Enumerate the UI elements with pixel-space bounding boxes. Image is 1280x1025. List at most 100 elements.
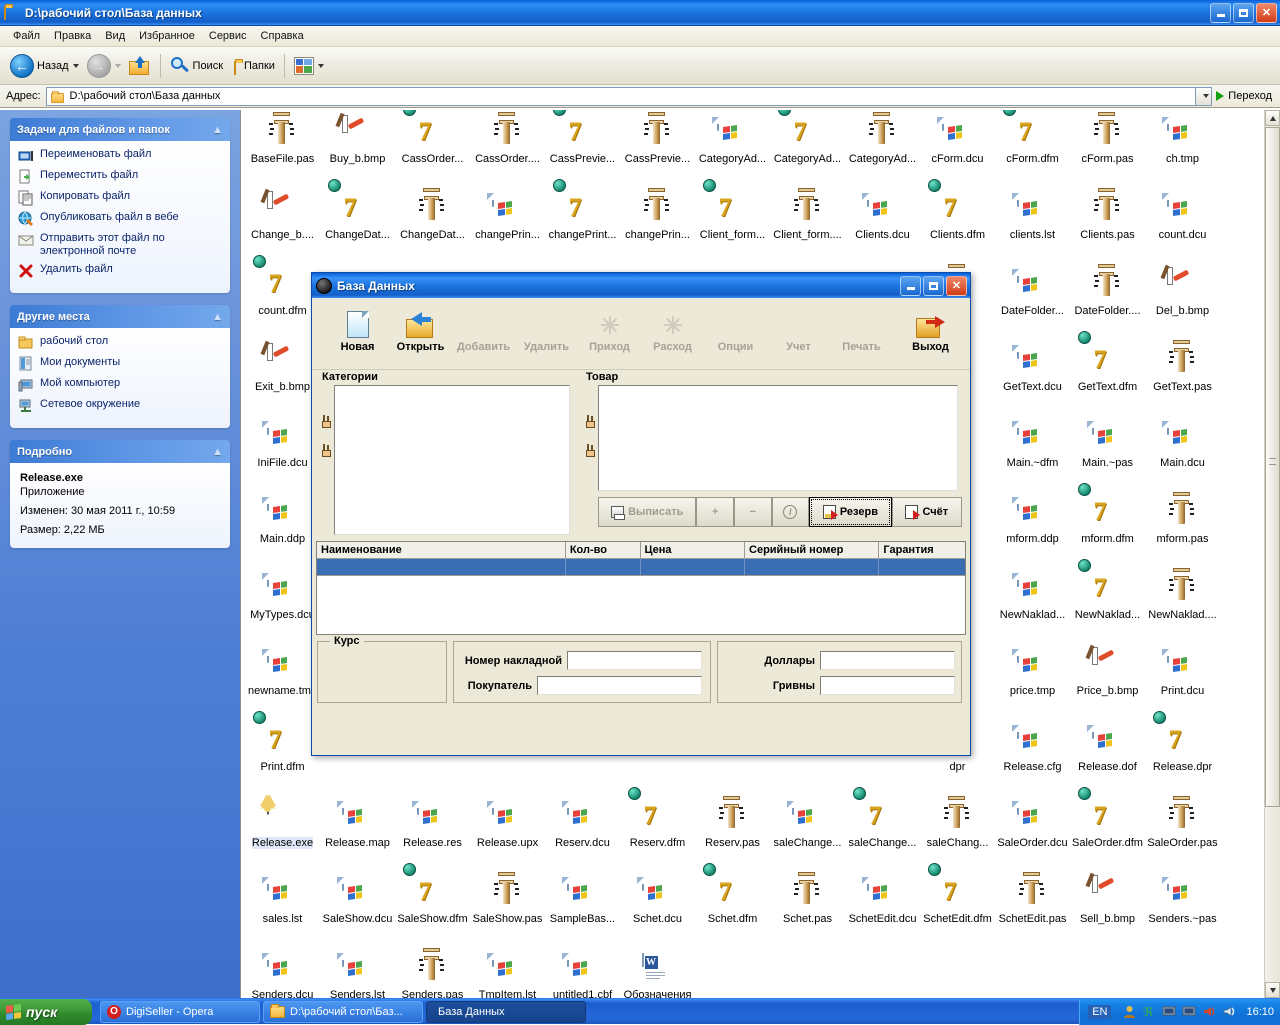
button-schet[interactable]: Счёт bbox=[892, 497, 962, 527]
baza-minimize-button[interactable] bbox=[900, 276, 921, 296]
folders-button[interactable]: Папки bbox=[227, 50, 279, 82]
buyer-input[interactable] bbox=[537, 676, 702, 695]
scroll-down-button[interactable] bbox=[1265, 982, 1280, 998]
other-places-header[interactable]: Другие места ▲ bbox=[10, 305, 230, 328]
invoice-number-input[interactable] bbox=[567, 651, 702, 670]
address-dropdown-button[interactable] bbox=[1196, 87, 1212, 106]
baza-button-new[interactable]: Новая bbox=[326, 304, 389, 353]
goods-listbox[interactable] bbox=[598, 385, 958, 491]
baza-maximize-button[interactable] bbox=[923, 276, 944, 296]
chevron-down-icon[interactable] bbox=[115, 64, 121, 68]
file-item[interactable]: SaleOrder.dcu bbox=[995, 798, 1070, 870]
file-item[interactable]: 7CassOrder... bbox=[395, 114, 470, 186]
file-item[interactable]: clients.lst bbox=[995, 190, 1070, 262]
file-item[interactable]: SaleShow.pas bbox=[470, 874, 545, 946]
file-item[interactable]: 7SaleShow.dfm bbox=[395, 874, 470, 946]
file-item[interactable]: Main.~dfm bbox=[995, 418, 1070, 490]
sidebar-task-publish-web[interactable]: Опубликовать файл в вебе bbox=[18, 211, 222, 227]
file-item[interactable]: Main.ddp bbox=[245, 494, 320, 566]
scroll-up-button[interactable] bbox=[1265, 110, 1280, 126]
hand-down-icon[interactable] bbox=[584, 444, 597, 457]
file-item[interactable]: Senders.~pas bbox=[1145, 874, 1220, 946]
file-item[interactable]: DateFolder.... bbox=[1070, 266, 1145, 338]
baza-button-exit[interactable]: Выход bbox=[899, 304, 962, 353]
file-item[interactable]: 7ChangeDat... bbox=[320, 190, 395, 262]
clock[interactable]: 16:10 bbox=[1246, 1006, 1274, 1018]
file-item[interactable]: BaseFile.pas bbox=[245, 114, 320, 186]
file-item[interactable]: NewNaklad.... bbox=[1145, 570, 1220, 642]
file-item[interactable]: ChangeDat... bbox=[395, 190, 470, 262]
file-item[interactable]: Senders.lst bbox=[320, 950, 395, 998]
file-item[interactable]: 7Print.dfm bbox=[245, 722, 320, 794]
file-item[interactable]: Release.exe bbox=[245, 798, 320, 870]
file-item[interactable]: Exit_b.bmp bbox=[245, 342, 320, 414]
menu-item-edit[interactable]: Правка bbox=[47, 28, 98, 44]
volume-icon[interactable] bbox=[1222, 1004, 1237, 1019]
column-header-serial[interactable]: Серийный номер bbox=[745, 542, 879, 558]
baza-button-open[interactable]: Открыть bbox=[389, 304, 452, 353]
column-header-name[interactable]: Наименование bbox=[317, 542, 566, 558]
file-item[interactable]: mform.ddp bbox=[995, 494, 1070, 566]
file-item[interactable]: Clients.pas bbox=[1070, 190, 1145, 262]
file-item[interactable]: changePrin... bbox=[470, 190, 545, 262]
file-item[interactable]: 7count.dfm bbox=[245, 266, 320, 338]
file-item[interactable]: TmpItem.lst bbox=[470, 950, 545, 998]
file-item[interactable]: 7Release.dpr bbox=[1145, 722, 1220, 794]
language-indicator[interactable]: EN bbox=[1088, 1005, 1111, 1019]
file-item[interactable]: saleChang... bbox=[920, 798, 995, 870]
file-item[interactable]: newname.tmp bbox=[245, 646, 320, 718]
file-item[interactable]: Senders.dcu bbox=[245, 950, 320, 998]
file-item[interactable]: Clients.dcu bbox=[845, 190, 920, 262]
close-button[interactable]: ✕ bbox=[1256, 3, 1277, 23]
file-item[interactable]: 7CategoryAd... bbox=[770, 114, 845, 186]
menu-item-help[interactable]: Справка bbox=[254, 28, 311, 44]
sidebar-task-move[interactable]: Переместить файл bbox=[18, 169, 222, 185]
views-button[interactable] bbox=[290, 50, 328, 82]
file-pane-scrollbar[interactable] bbox=[1264, 110, 1280, 998]
file-item[interactable]: untitled1.cbf bbox=[545, 950, 620, 998]
file-item[interactable]: 7CassPrevie... bbox=[545, 114, 620, 186]
file-item[interactable]: 7changePrint... bbox=[545, 190, 620, 262]
file-item[interactable]: 7Client_form... bbox=[695, 190, 770, 262]
button-rezerv[interactable]: Резерв bbox=[809, 497, 892, 527]
minimize-button[interactable] bbox=[1210, 3, 1231, 23]
goods-table[interactable]: Наименование Кол-во Цена Серийный номер … bbox=[316, 541, 966, 635]
file-item[interactable]: WОбозначения кодов.doc bbox=[620, 950, 695, 998]
user-icon[interactable] bbox=[1122, 1004, 1137, 1019]
collapse-chevron-icon[interactable]: ▲ bbox=[212, 124, 223, 136]
file-item[interactable]: SchetEdit.dcu bbox=[845, 874, 920, 946]
details-header[interactable]: Подробно ▲ bbox=[10, 440, 230, 463]
file-item[interactable]: Senders.pas bbox=[395, 950, 470, 998]
taskbar-item-baza[interactable]: База Данных bbox=[426, 1001, 586, 1023]
file-item[interactable]: Change_b.... bbox=[245, 190, 320, 262]
file-item[interactable]: CassOrder.... bbox=[470, 114, 545, 186]
file-item[interactable]: mform.pas bbox=[1145, 494, 1220, 566]
table-row[interactable] bbox=[317, 559, 965, 576]
file-item[interactable]: SchetEdit.pas bbox=[995, 874, 1070, 946]
file-item[interactable]: sales.lst bbox=[245, 874, 320, 946]
go-button[interactable]: Переход bbox=[1212, 90, 1278, 102]
messenger-icon[interactable]: ℜ bbox=[1142, 1004, 1157, 1019]
menu-item-file[interactable]: Файл bbox=[6, 28, 47, 44]
file-item[interactable]: 7SchetEdit.dfm bbox=[920, 874, 995, 946]
column-header-warranty[interactable]: Гарантия bbox=[879, 542, 965, 558]
file-item[interactable]: price.tmp bbox=[995, 646, 1070, 718]
table-body[interactable] bbox=[317, 576, 965, 634]
file-item[interactable]: GetText.pas bbox=[1145, 342, 1220, 414]
menu-item-favorites[interactable]: Избранное bbox=[132, 28, 202, 44]
column-header-price[interactable]: Цена bbox=[641, 542, 746, 558]
network-monitor-icon[interactable] bbox=[1162, 1004, 1177, 1019]
file-item[interactable]: ch.tmp bbox=[1145, 114, 1220, 186]
file-item[interactable]: CategoryAd... bbox=[695, 114, 770, 186]
sidebar-task-delete[interactable]: Удалить файл bbox=[18, 263, 222, 279]
start-button[interactable]: пуск bbox=[0, 999, 92, 1025]
sidebar-place-my-computer[interactable]: Мой компьютер bbox=[18, 377, 222, 393]
dollars-input[interactable] bbox=[820, 651, 955, 670]
collapse-chevron-icon[interactable]: ▲ bbox=[212, 446, 223, 458]
file-item[interactable]: Release.upx bbox=[470, 798, 545, 870]
file-item[interactable]: CassPrevie... bbox=[620, 114, 695, 186]
menu-item-tools[interactable]: Сервис bbox=[202, 28, 254, 44]
file-item[interactable]: NewNaklad... bbox=[995, 570, 1070, 642]
file-item[interactable]: Release.cfg bbox=[995, 722, 1070, 794]
chevron-down-icon[interactable] bbox=[73, 64, 79, 68]
